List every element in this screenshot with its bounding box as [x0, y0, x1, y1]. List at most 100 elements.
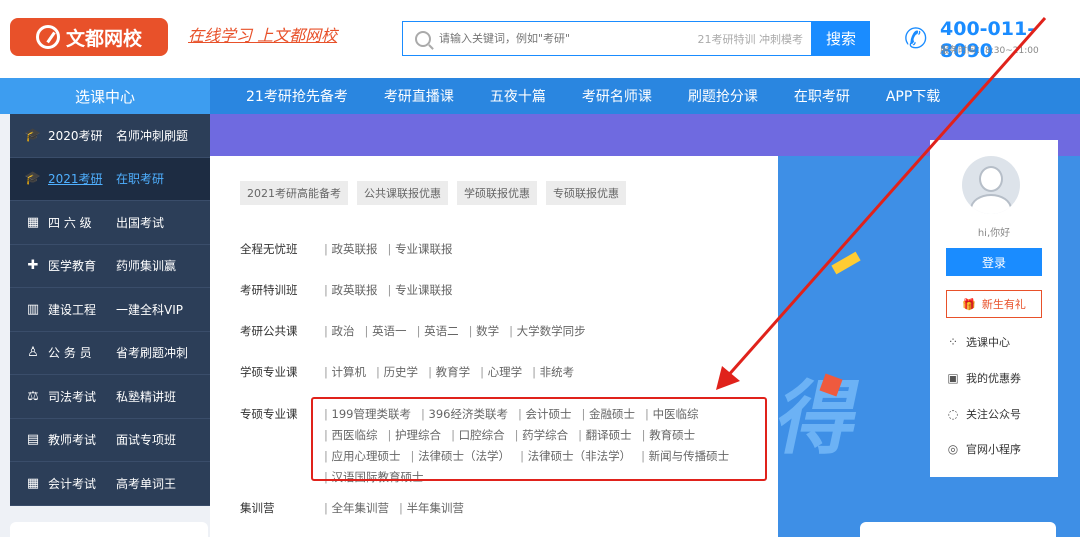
highlight-box: [311, 397, 767, 481]
graduation-cap-icon: 🎓: [24, 171, 42, 187]
nav-item-app[interactable]: APP下载: [886, 86, 940, 106]
course-row: 考研特训班 政英联报 专业课联报: [240, 282, 764, 298]
sidebar-item-label[interactable]: 四 六 级: [48, 214, 116, 231]
course-link[interactable]: 全年集训营: [324, 500, 390, 516]
sidebar-item-cet[interactable]: ▦ 四 六 级 出国考试: [10, 201, 210, 245]
sidebar-item-label[interactable]: 教师考试: [48, 431, 116, 448]
sidebar-item-2021-kaoyan[interactable]: 🎓 2021考研 在职考研: [10, 157, 210, 201]
sidebar-item-sublabel[interactable]: 名师冲刺刷题: [116, 127, 210, 144]
logo-text: 文都网校: [65, 27, 142, 50]
course-link[interactable]: 政治: [324, 323, 355, 339]
course-link[interactable]: 数学: [469, 323, 499, 339]
sidebar-item-sublabel[interactable]: 私塾精讲班: [116, 388, 210, 405]
sidebar-item-civil-service[interactable]: ♙ 公 务 员 省考刷题冲刺: [10, 332, 210, 375]
sidebar-item-sublabel[interactable]: 面试专项班: [116, 431, 210, 448]
course-link[interactable]: 半年集训营: [399, 500, 465, 516]
sidebar-item-label[interactable]: 建设工程: [48, 301, 116, 318]
grid-icon: ⁘: [947, 335, 959, 349]
sidebar-item-label[interactable]: 公 务 员: [48, 344, 116, 361]
link-wechat[interactable]: ◌ 关注公众号: [946, 406, 1021, 422]
sidebar-item-medical[interactable]: ✚ 医学教育 药师集训赢: [10, 245, 210, 288]
link-course-center[interactable]: ⁘ 选课中心: [946, 334, 1010, 350]
sidebar-item-label[interactable]: 医学教育: [48, 257, 116, 274]
course-link[interactable]: 教育学: [428, 364, 471, 380]
course-link[interactable]: 计算机: [324, 364, 367, 380]
course-link[interactable]: 非统考: [532, 364, 575, 380]
phone-icon: ✆: [904, 22, 928, 55]
bottom-card: [10, 522, 208, 537]
sidebar-item-2020-kaoyan[interactable]: 🎓 2020考研 名师冲刺刷题: [10, 114, 210, 158]
category-sidebar: 🎓 2020考研 名师冲刺刷题 🎓 2021考研 在职考研 ▦ 四 六 级 出国…: [10, 114, 210, 506]
promo-tag[interactable]: 专硕联报优惠: [546, 181, 626, 205]
course-link[interactable]: 专业课联报: [388, 282, 453, 298]
sidebar-item-judicial[interactable]: ⚖ 司法考试 私塾精讲班: [10, 375, 210, 419]
link-label: 选课中心: [966, 336, 1010, 349]
sidebar-item-label[interactable]: 会计考试: [48, 475, 116, 492]
sidebar-item-label[interactable]: 司法考试: [48, 388, 116, 405]
nav-item-five-nights[interactable]: 五夜十篇: [490, 86, 546, 106]
hot-search-words[interactable]: 21考研特训 冲刺模考: [698, 31, 804, 47]
course-row: 全程无忧班 政英联报 专业课联报: [240, 241, 764, 257]
avatar-body: [970, 194, 1012, 214]
course-link[interactable]: 英语二: [417, 323, 459, 339]
search-input[interactable]: [439, 32, 698, 45]
course-link[interactable]: 政英联报: [324, 282, 378, 298]
sidebar-item-teacher[interactable]: ▤ 教师考试 面试专项班: [10, 419, 210, 462]
sidebar-item-sublabel[interactable]: 在职考研: [116, 170, 210, 187]
building-icon: ▥: [26, 301, 40, 317]
course-row: 集训营 全年集训营 半年集训营: [240, 500, 764, 516]
sidebar-item-sublabel[interactable]: 出国考试: [116, 214, 210, 231]
nav-item-21-prep[interactable]: 21考研抢先备考: [246, 86, 348, 106]
header: 文都网校 在线学习 上文都网校 21考研特训 冲刺模考 搜索 ✆ 400-011…: [0, 0, 1080, 78]
sidebar-item-label[interactable]: 2021考研: [48, 170, 116, 187]
course-link[interactable]: 大学数学同步: [509, 323, 586, 339]
sidebar-item-sublabel[interactable]: 药师集训赢: [116, 257, 210, 274]
promo-tag[interactable]: 2021考研高能备考: [240, 181, 348, 205]
grid-letters-icon: ▦: [26, 214, 40, 230]
logo[interactable]: 文都网校: [10, 18, 168, 56]
gavel-icon: ⚖: [27, 388, 39, 404]
course-link[interactable]: 政英联报: [324, 241, 378, 257]
new-user-gift-button[interactable]: 🎁 新生有礼: [946, 290, 1042, 318]
book-icon: ▤: [26, 432, 40, 448]
wechat-icon: ◌: [947, 407, 959, 421]
course-row-label: 考研公共课: [240, 324, 298, 338]
sidebar-item-sublabel[interactable]: 省考刷题冲刺: [116, 344, 210, 361]
nav-item-live[interactable]: 考研直播课: [384, 86, 454, 106]
gift-label: 新生有礼: [981, 298, 1026, 311]
course-center-title[interactable]: 选课中心: [0, 78, 210, 114]
promo-tag[interactable]: 公共课联报优惠: [357, 181, 448, 205]
nav-item-teachers[interactable]: 考研名师课: [582, 86, 652, 106]
link-mini-program[interactable]: ◎ 官网小程序: [946, 441, 1021, 457]
login-button[interactable]: 登录: [946, 248, 1042, 276]
search-icon: [415, 30, 431, 47]
course-row: 考研公共课 政治 英语一 英语二 数学 大学数学同步: [240, 323, 764, 339]
login-card: hi,你好 登录 🎁 新生有礼 ⁘ 选课中心 ▣ 我的优惠券 ◌ 关注公众号 ◎…: [930, 140, 1058, 477]
course-link[interactable]: 历史学: [376, 364, 419, 380]
mini-program-icon: ◎: [947, 442, 959, 456]
sidebar-item-sublabel[interactable]: 高考单词王: [116, 475, 210, 492]
link-label: 官网小程序: [966, 443, 1021, 456]
sidebar-item-construction[interactable]: ▥ 建设工程 一建全科VIP: [10, 288, 210, 332]
promo-tag[interactable]: 学硕联报优惠: [457, 181, 537, 205]
course-link[interactable]: 英语一: [365, 323, 407, 339]
course-link[interactable]: 心理学: [480, 364, 523, 380]
avatar: [962, 156, 1020, 214]
course-row-label: 考研特训班: [240, 283, 298, 297]
link-coupons[interactable]: ▣ 我的优惠券: [946, 370, 1021, 386]
nav-item-practice[interactable]: 刷题抢分课: [688, 86, 758, 106]
search-button[interactable]: 搜索: [812, 21, 870, 56]
person-icon: ♙: [27, 345, 39, 361]
banner-decoration: [831, 251, 861, 275]
link-label: 我的优惠券: [966, 372, 1021, 385]
course-row-label: 学硕专业课: [240, 365, 298, 379]
main-nav: 选课中心 21考研抢先备考 考研直播课 五夜十篇 考研名师课 刷题抢分课 在职考…: [0, 78, 1080, 114]
logo-mark-icon: [35, 25, 60, 49]
calculator-icon: ▦: [26, 475, 40, 491]
course-link[interactable]: 专业课联报: [388, 241, 453, 257]
slogan: 在线学习 上文都网校: [188, 26, 338, 45]
nav-item-in-service[interactable]: 在职考研: [794, 86, 850, 106]
sidebar-item-sublabel[interactable]: 一建全科VIP: [116, 301, 210, 318]
sidebar-item-accounting[interactable]: ▦ 会计考试 高考单词王: [10, 462, 210, 506]
sidebar-item-label[interactable]: 2020考研: [48, 127, 116, 144]
